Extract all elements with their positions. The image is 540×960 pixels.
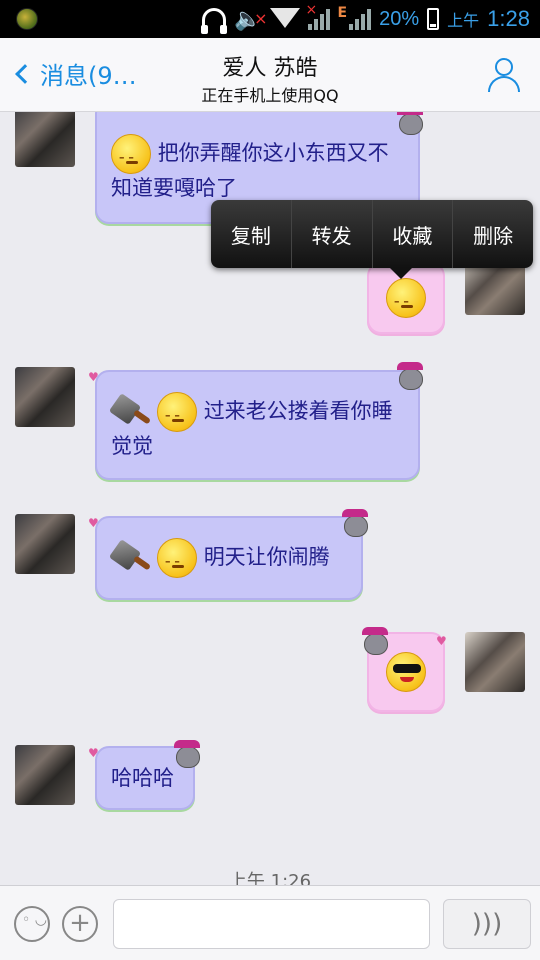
app-notification-icon (16, 8, 38, 30)
cleaver-icon (111, 394, 153, 430)
headset-icon (201, 8, 228, 34)
cleaver-icon (111, 540, 153, 576)
plus-button[interactable]: + (62, 906, 98, 942)
chat-header: 消息(9… 爱人 苏皓 正在手机上使用QQ (0, 38, 540, 112)
menu-item-copy[interactable]: 复制 (211, 200, 292, 268)
status-bar: 🔈 E 20% 上午 1:28 (0, 0, 540, 38)
signal-icon-2 (349, 8, 372, 30)
voice-button[interactable]: ))) (443, 899, 531, 949)
message-text: 明天让你闹腾 (203, 545, 330, 569)
message-text: 把你弄醒你这小东西又不知道要嘎哈了 (111, 141, 389, 200)
message-bubble[interactable]: 过来老公搂着看你睡觉觉 (95, 370, 420, 480)
wolf-sticker-icon (395, 112, 425, 135)
menu-item-forward[interactable]: 转发 (292, 200, 373, 268)
mute-icon: 🔈 (234, 7, 268, 32)
network-e-icon: E (337, 5, 348, 21)
avatar[interactable] (15, 514, 75, 574)
smirk-emoji (157, 392, 197, 432)
page-title: 爱人 苏皓 (222, 56, 318, 81)
heart-icon: ♥ (436, 634, 447, 648)
status-ampm: 上午 (447, 11, 480, 30)
message-bubble[interactable]: 明天让你闹腾 (95, 516, 363, 600)
wolf-sticker-icon (395, 362, 425, 390)
battery-percent: 20% (379, 7, 420, 30)
sunglasses-emoji (386, 652, 426, 692)
message-input[interactable] (113, 899, 430, 949)
status-time: 1:28 (487, 6, 530, 31)
menu-item-delete[interactable]: 删除 (453, 200, 533, 268)
heart-icon: ♥ (88, 746, 99, 760)
wifi-icon (269, 8, 300, 30)
message-text: 哈哈哈 (111, 766, 174, 790)
heart-icon: ♥ (88, 370, 99, 384)
avatar[interactable] (15, 745, 75, 805)
smirk-emoji (386, 278, 426, 318)
message-text: 过来老公搂着看你睡觉觉 (111, 399, 393, 458)
avatar-me[interactable] (465, 632, 525, 692)
emoji-button[interactable] (14, 906, 50, 942)
smirk-emoji (157, 538, 197, 578)
wolf-sticker-icon (340, 509, 370, 537)
battery-icon (427, 8, 440, 30)
wolf-sticker-icon (172, 740, 202, 768)
menu-item-favorite[interactable]: 收藏 (373, 200, 454, 268)
input-bar: + ))) (0, 885, 540, 960)
context-menu: 复制 转发 收藏 删除 (211, 200, 533, 279)
smirk-emoji (111, 134, 151, 174)
profile-icon[interactable] (486, 56, 522, 92)
heart-icon: ♥ (88, 516, 99, 530)
timestamp: 上午 1:26 (228, 871, 312, 885)
signal-icon (306, 2, 330, 30)
avatar[interactable] (15, 367, 75, 427)
wolf-sticker-icon (360, 627, 390, 655)
avatar[interactable] (15, 112, 75, 167)
page-subtitle: 正在手机上使用QQ (201, 86, 339, 105)
